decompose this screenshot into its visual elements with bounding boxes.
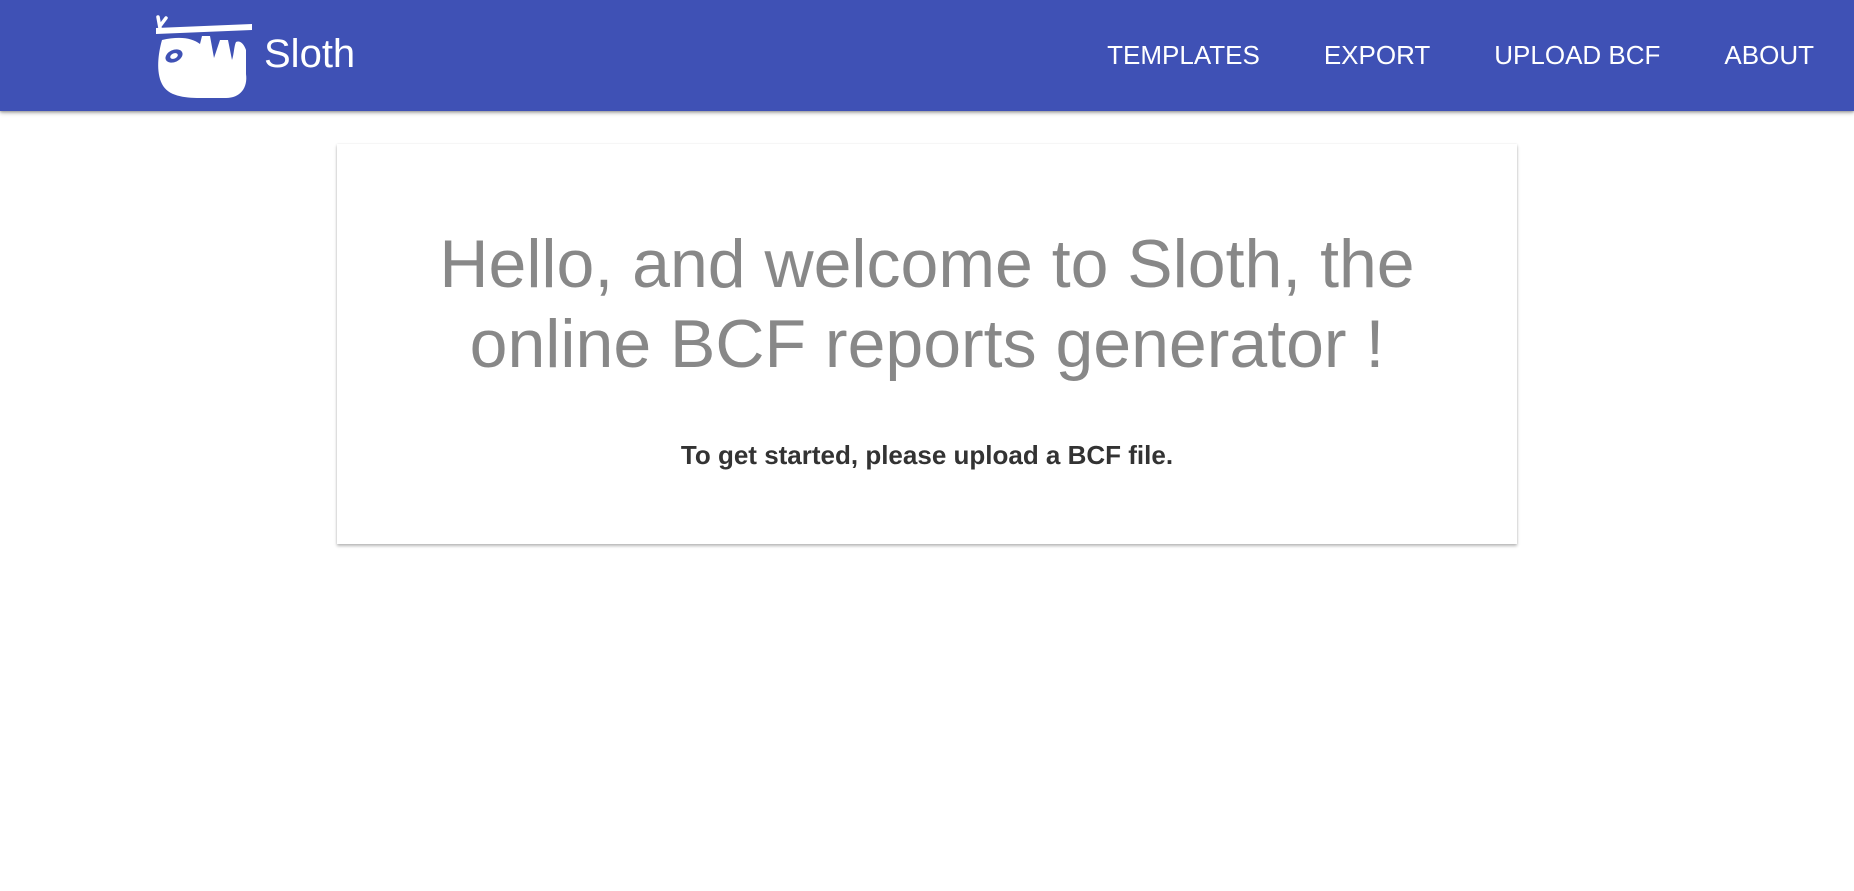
nav-link-templates[interactable]: TEMPLATES — [1107, 34, 1260, 77]
nav-link-export[interactable]: EXPORT — [1324, 34, 1430, 77]
welcome-card: Hello, and welcome to Sloth, the online … — [337, 144, 1517, 544]
upload-instruction: To get started, please upload a BCF file… — [680, 440, 1174, 470]
nav-link-upload-bcf[interactable]: UPLOAD BCF — [1494, 34, 1660, 77]
nav-link-about[interactable]: ABOUT — [1724, 34, 1814, 77]
nav-item-export: EXPORT — [1324, 34, 1430, 77]
top-navbar: Sloth TEMPLATES EXPORT UPLOAD BCF ABOUT — [0, 0, 1854, 111]
nav-item-upload-bcf: UPLOAD BCF — [1494, 34, 1660, 77]
welcome-title-line-2: online BCF reports generator ! — [469, 306, 1385, 382]
nav-menu: TEMPLATES EXPORT UPLOAD BCF ABOUT — [1043, 0, 1814, 111]
welcome-title-line-1: Hello, and welcome to Sloth, the — [439, 226, 1415, 302]
welcome-title: Hello, and welcome to Sloth, the online … — [337, 224, 1517, 384]
nav-item-about: ABOUT — [1724, 34, 1814, 77]
brand-home-link[interactable]: Sloth — [154, 14, 355, 100]
sloth-icon — [156, 15, 252, 98]
brand-name: Sloth — [264, 32, 356, 76]
nav-item-templates: TEMPLATES — [1107, 34, 1260, 77]
